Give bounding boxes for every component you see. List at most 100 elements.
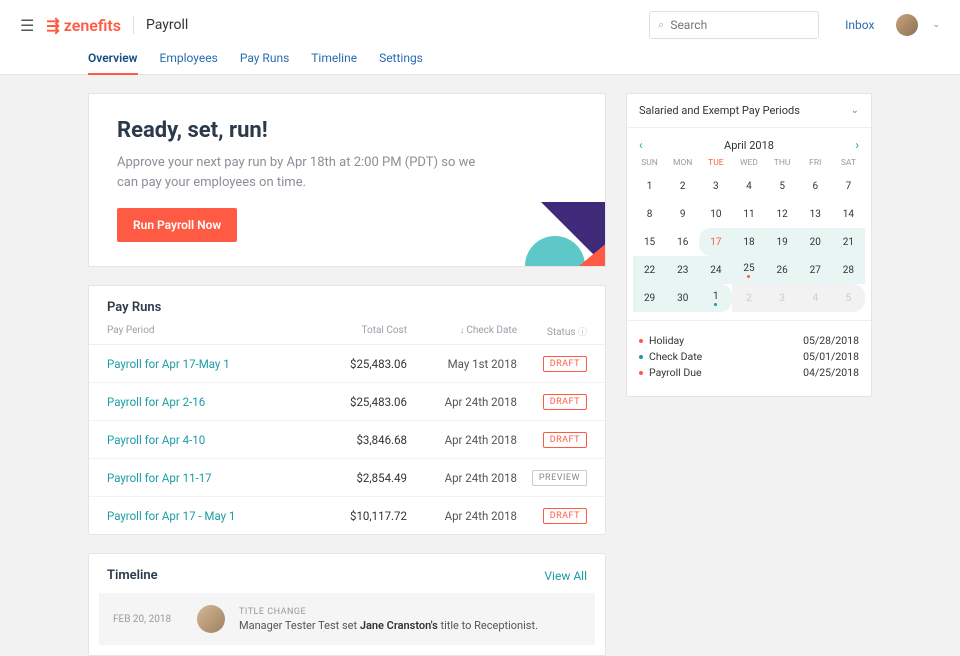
calendar-day[interactable]: 14 [832,200,865,228]
calendar-day[interactable]: 17 [699,228,732,256]
payrun-link[interactable]: Payroll for Apr 4-10 [107,433,307,447]
calendar-day[interactable]: 19 [766,228,799,256]
calendar-day[interactable]: 1 [699,284,732,312]
next-month-button[interactable]: › [855,138,859,152]
calendar-day[interactable]: 11 [732,200,765,228]
calendar-selector[interactable]: Salaried and Exempt Pay Periods ⌄ [627,94,871,128]
calendar-day[interactable]: 18 [732,228,765,256]
weekday-label: MON [666,158,699,168]
payrun-cost: $10,117.72 [307,509,407,523]
calendar-day[interactable]: 23 [666,256,699,284]
calendar-day[interactable]: 3 [766,284,799,312]
weekday-label: SAT [832,158,865,168]
calendar-day[interactable]: 12 [766,200,799,228]
calendar-day[interactable]: 2 [732,284,765,312]
calendar-day[interactable]: 5 [832,284,865,312]
timeline-label: TITLE CHANGE [239,607,581,617]
hero-subtitle: Approve your next pay run by Apr 18th at… [117,153,497,192]
col-cost[interactable]: Total Cost [307,325,407,338]
payrun-date: May 1st 2018 [407,357,527,371]
payruns-card: Pay Runs Pay Period Total Cost ↓Check Da… [88,285,606,535]
weekday-label: SUN [633,158,666,168]
table-head: Pay Period Total Cost ↓Check Date Status… [89,325,605,345]
legend-dot [639,371,643,375]
hero-decoration [505,166,605,266]
inbox-link[interactable]: Inbox [845,18,874,32]
calendar-day[interactable]: 21 [832,228,865,256]
payrun-link[interactable]: Payroll for Apr 2-16 [107,395,307,409]
calendar-day[interactable]: 5 [766,172,799,200]
payrun-status: DRAFT [527,507,587,524]
payrun-date: Apr 24th 2018 [407,395,527,409]
payrun-cost: $25,483.06 [307,395,407,409]
calendar-day[interactable]: 3 [699,172,732,200]
avatar[interactable] [896,14,918,36]
calendar-day[interactable]: 8 [633,200,666,228]
prev-month-button[interactable]: ‹ [639,138,643,152]
calendar-day[interactable]: 7 [832,172,865,200]
calendar-day[interactable]: 30 [666,284,699,312]
payrun-cost: $25,483.06 [307,357,407,371]
timeline-card: Timeline View All FEB 20, 2018 TITLE CHAN… [88,553,606,656]
calendar-day[interactable]: 24 [699,256,732,284]
chevron-down-icon[interactable]: ⌄ [932,20,940,30]
timeline-entry: FEB 20, 2018 TITLE CHANGE Manager Tester T… [99,593,595,645]
payrun-date: Apr 24th 2018 [407,433,527,447]
timeline-title: Timeline [107,568,158,583]
calendar-day[interactable]: 16 [666,228,699,256]
brand-logo[interactable]: ⇶ zenefits [46,16,121,35]
col-status[interactable]: Status ⓘ [527,325,587,338]
weekday-label: FRI [799,158,832,168]
legend-label: Payroll Due [649,366,702,379]
app-title: Payroll [146,17,188,33]
legend-date: 05/01/2018 [803,350,859,363]
calendar-day[interactable]: 1 [633,172,666,200]
tab-settings[interactable]: Settings [379,51,423,75]
payrun-cost: $3,846.68 [307,433,407,447]
col-period[interactable]: Pay Period [107,325,307,338]
calendar-day[interactable]: 20 [799,228,832,256]
calendar-day[interactable]: 28 [832,256,865,284]
view-all-link[interactable]: View All [544,569,587,583]
calendar-day[interactable]: 6 [799,172,832,200]
payrun-link[interactable]: Payroll for Apr 17-May 1 [107,357,307,371]
table-row: Payroll for Apr 11-17$2,854.49Apr 24th 2… [89,459,605,497]
calendar-day[interactable]: 25 [732,256,765,284]
divider [133,16,134,34]
table-row: Payroll for Apr 2-16$25,483.06Apr 24th 2… [89,383,605,421]
calendar-day[interactable]: 26 [766,256,799,284]
calendar-selector-label: Salaried and Exempt Pay Periods [639,104,800,117]
calendar-day[interactable]: 9 [666,200,699,228]
calendar-day[interactable]: 4 [799,284,832,312]
timeline-date: FEB 20, 2018 [113,614,183,625]
payrun-link[interactable]: Payroll for Apr 11-17 [107,471,307,485]
tab-overview[interactable]: Overview [88,51,138,75]
hamburger-icon[interactable]: ☰ [20,16,34,35]
payrun-link[interactable]: Payroll for Apr 17 - May 1 [107,509,307,523]
col-date[interactable]: ↓Check Date [407,325,527,338]
search-input[interactable] [670,18,810,32]
table-row: Payroll for Apr 17-May 1$25,483.06May 1s… [89,345,605,383]
calendar-day[interactable]: 13 [799,200,832,228]
calendar-day[interactable]: 29 [633,284,666,312]
info-icon: ⓘ [578,328,587,338]
calendar-day[interactable]: 2 [666,172,699,200]
run-payroll-button[interactable]: Run Payroll Now [117,208,237,242]
payrun-status: DRAFT [527,431,587,448]
legend-row: Check Date05/01/2018 [639,350,859,363]
legend-row: Payroll Due04/25/2018 [639,366,859,379]
search-box[interactable]: ⌕ [649,11,819,39]
timeline-text: Manager Tester Test set Jane Cranston's … [239,619,581,632]
table-row: Payroll for Apr 4-10$3,846.68Apr 24th 20… [89,421,605,459]
weekday-label: WED [732,158,765,168]
tab-pay-runs[interactable]: Pay Runs [240,51,289,75]
tab-employees[interactable]: Employees [160,51,218,75]
calendar-day[interactable]: 27 [799,256,832,284]
calendar-day[interactable]: 4 [732,172,765,200]
legend-dot [639,355,643,359]
tab-timeline[interactable]: Timeline [311,51,357,75]
calendar-day[interactable]: 22 [633,256,666,284]
calendar-day[interactable]: 10 [699,200,732,228]
calendar-day[interactable]: 15 [633,228,666,256]
legend-date: 05/28/2018 [803,334,859,347]
